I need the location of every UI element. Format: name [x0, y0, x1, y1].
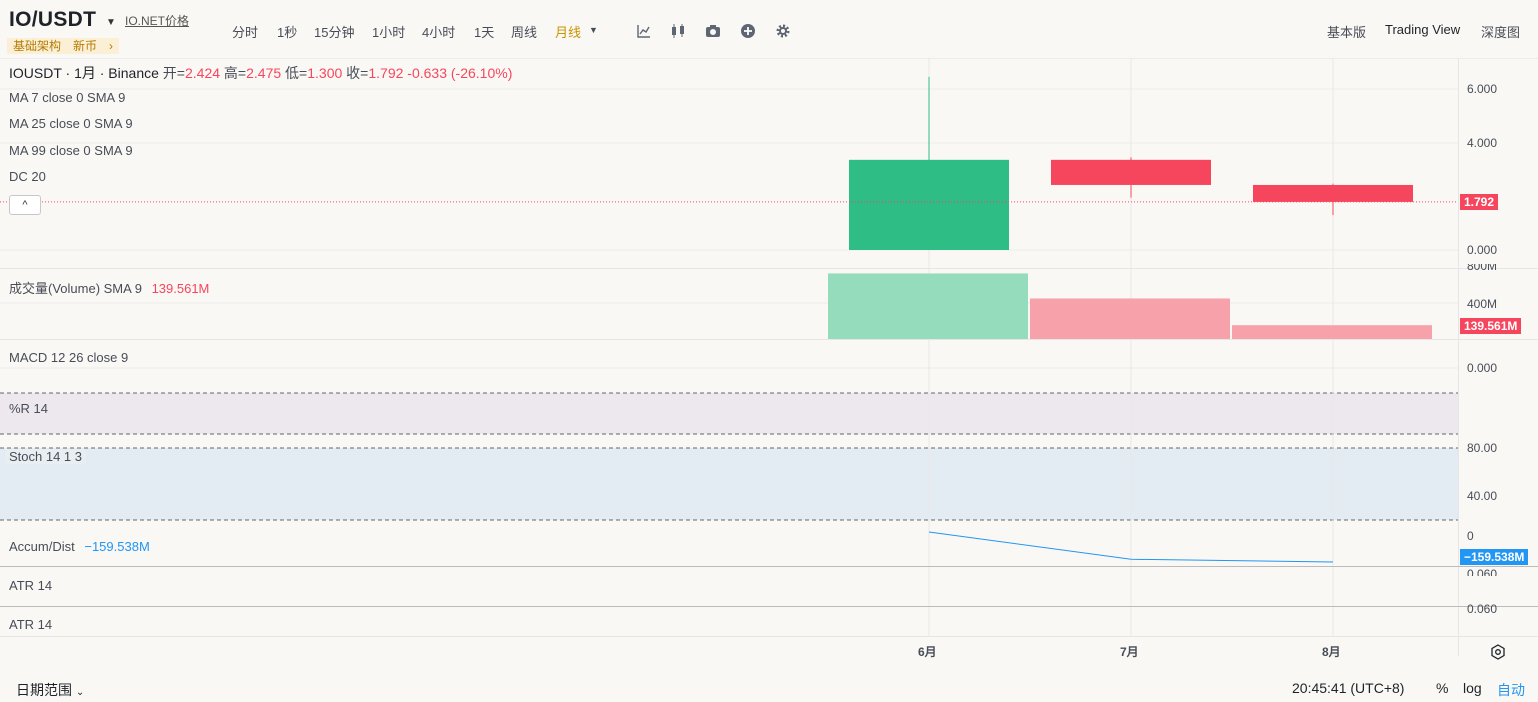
indicator-ma99[interactable]: MA 99 close 0 SMA 9 — [9, 143, 133, 158]
axis-settings-icon[interactable] — [1490, 644, 1506, 665]
chart-canvas[interactable] — [0, 0, 1538, 702]
volume-label: 成交量(Volume) SMA 9 — [9, 281, 142, 296]
volume-value: 139.561M — [151, 281, 210, 296]
volume-bar — [1232, 325, 1432, 339]
time-label: 6月 — [918, 645, 937, 659]
chevron-down-icon: ⌄ — [75, 687, 85, 698]
main-legend: IOUSDT · 1月 · Binance 开=2.424 高=2.475 低=… — [9, 63, 512, 83]
legend-title: IOUSDT · 1月 · Binance — [9, 65, 159, 81]
pane-divider — [0, 636, 1538, 637]
close-label: 收= — [346, 65, 369, 81]
auto-toggle[interactable]: 自动 — [1497, 680, 1525, 700]
ad-legend[interactable]: Accum/Dist −159.538M — [9, 539, 150, 554]
last-price-tag: 1.792 — [1460, 194, 1499, 210]
time-label: 8月 — [1322, 645, 1341, 659]
indicator-ma25[interactable]: MA 25 close 0 SMA 9 — [9, 116, 133, 131]
high-label: 高= — [223, 65, 247, 81]
atr-legend-2[interactable]: ATR 14 — [9, 617, 52, 632]
macd-tick: 0.000 — [1467, 361, 1498, 375]
close-value: 1.792 — [368, 65, 404, 81]
stoch-band — [0, 448, 1458, 520]
date-range-button[interactable]: 日期范围 ⌄ — [16, 680, 84, 700]
percent-toggle[interactable]: % — [1436, 680, 1448, 696]
candle-body — [1253, 184, 1413, 202]
clock: 20:45:41 (UTC+8) — [1292, 680, 1405, 696]
date-range-label: 日期范围 — [16, 682, 72, 698]
candle-body — [849, 159, 1009, 250]
pane-divider — [0, 606, 1538, 607]
volume-tick: 400M — [1467, 297, 1498, 311]
volume-price-tag: 139.561M — [1460, 318, 1522, 334]
atr-tick: 0.060 — [1467, 602, 1498, 616]
volume-bar — [828, 273, 1028, 339]
williams-r-legend[interactable]: %R 14 — [9, 401, 48, 416]
atr-legend-1[interactable]: ATR 14 — [9, 578, 52, 593]
macd-legend[interactable]: MACD 12 26 close 9 — [9, 350, 128, 365]
ad-tick: 0 — [1467, 529, 1474, 543]
volume-bar — [1030, 298, 1230, 339]
pane-divider — [0, 268, 1538, 269]
pane-divider — [0, 566, 1538, 567]
stoch-tick: 40.00 — [1467, 489, 1498, 503]
log-toggle[interactable]: log — [1463, 680, 1482, 696]
ad-value: −159.538M — [84, 539, 150, 554]
price-tick: 0.000 — [1467, 243, 1498, 257]
indicator-ma7[interactable]: MA 7 close 0 SMA 9 — [9, 90, 125, 105]
stoch-legend[interactable]: Stoch 14 1 3 — [5, 449, 86, 464]
open-label: 开= — [162, 65, 185, 81]
indicator-dc20[interactable]: DC 20 — [9, 169, 46, 184]
ad-price-tag: −159.538M — [1460, 549, 1529, 565]
collapse-legend-button[interactable]: ^ — [9, 195, 41, 215]
atr-tick: 0.060 — [1467, 567, 1498, 576]
pane-divider — [0, 339, 1538, 340]
candle-body — [1051, 159, 1211, 185]
price-tick: 6.000 — [1467, 82, 1498, 96]
change-value: -0.633 (-26.10%) — [407, 65, 513, 81]
ad-label: Accum/Dist — [9, 539, 75, 554]
time-label: 7月 — [1120, 645, 1139, 659]
low-label: 低= — [285, 65, 308, 81]
volume-legend[interactable]: 成交量(Volume) SMA 9 139.561M — [9, 278, 209, 297]
price-tick: 4.000 — [1467, 136, 1498, 150]
high-value: 2.475 — [246, 65, 282, 81]
open-value: 2.424 — [184, 65, 221, 81]
stoch-tick: 80.00 — [1467, 441, 1498, 455]
volume-tick: 800M — [1467, 264, 1498, 273]
williams-r-band — [0, 393, 1458, 434]
bottom-bar: 日期范围 ⌄ 20:45:41 (UTC+8) % log 自动 — [0, 672, 1538, 702]
low-value: 1.300 — [307, 65, 343, 81]
